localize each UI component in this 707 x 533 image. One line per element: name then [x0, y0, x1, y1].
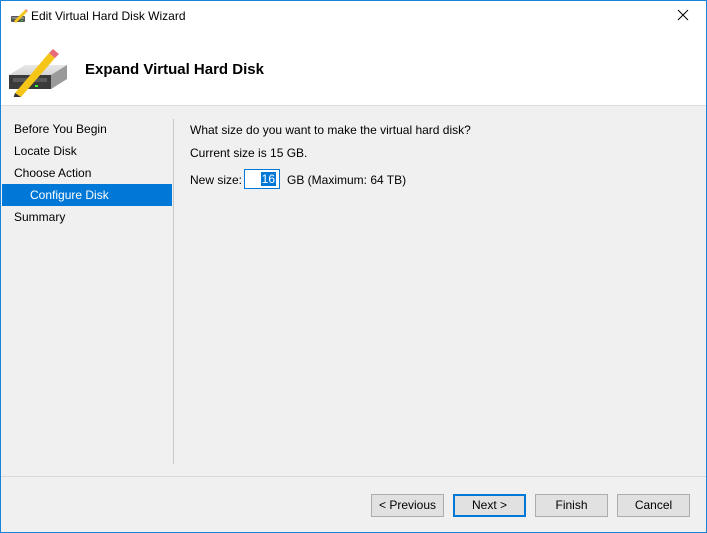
wizard-header: Expand Virtual Hard Disk — [1, 31, 706, 106]
new-size-label: New size: — [190, 173, 243, 187]
close-button[interactable] — [660, 1, 706, 31]
close-icon — [677, 9, 689, 24]
disk-edit-icon — [10, 9, 28, 23]
current-size-text: Current size is 15 GB. — [190, 146, 308, 160]
nav-item-summary[interactable]: Summary — [2, 206, 172, 228]
previous-button[interactable]: < Previous — [371, 494, 444, 517]
nav-item-configure-disk[interactable]: Configure Disk — [2, 184, 172, 206]
wizard-window: Edit Virtual Hard Disk Wizard Expand Vir… — [0, 0, 707, 533]
nav-item-choose-action[interactable]: Choose Action — [2, 162, 172, 184]
wizard-steps-nav: Before You Begin Locate Disk Choose Acti… — [2, 118, 172, 228]
finish-button[interactable]: Finish — [535, 494, 608, 517]
new-size-input[interactable]: 16 — [244, 169, 280, 189]
size-question: What size do you want to make the virtua… — [190, 123, 471, 137]
nav-item-locate-disk[interactable]: Locate Disk — [2, 140, 172, 162]
nav-item-before-you-begin[interactable]: Before You Begin — [2, 118, 172, 140]
window-title: Edit Virtual Hard Disk Wizard — [31, 9, 186, 23]
cancel-button[interactable]: Cancel — [617, 494, 690, 517]
page-title: Expand Virtual Hard Disk — [85, 61, 264, 78]
footer-separator — [1, 476, 706, 477]
nav-separator — [173, 119, 174, 464]
title-bar: Edit Virtual Hard Disk Wizard — [1, 1, 706, 31]
hard-disk-pencil-icon — [7, 45, 69, 99]
size-unit-hint: GB (Maximum: 64 TB) — [287, 173, 407, 187]
next-button[interactable]: Next > — [453, 494, 526, 517]
new-size-value: 16 — [260, 172, 276, 186]
